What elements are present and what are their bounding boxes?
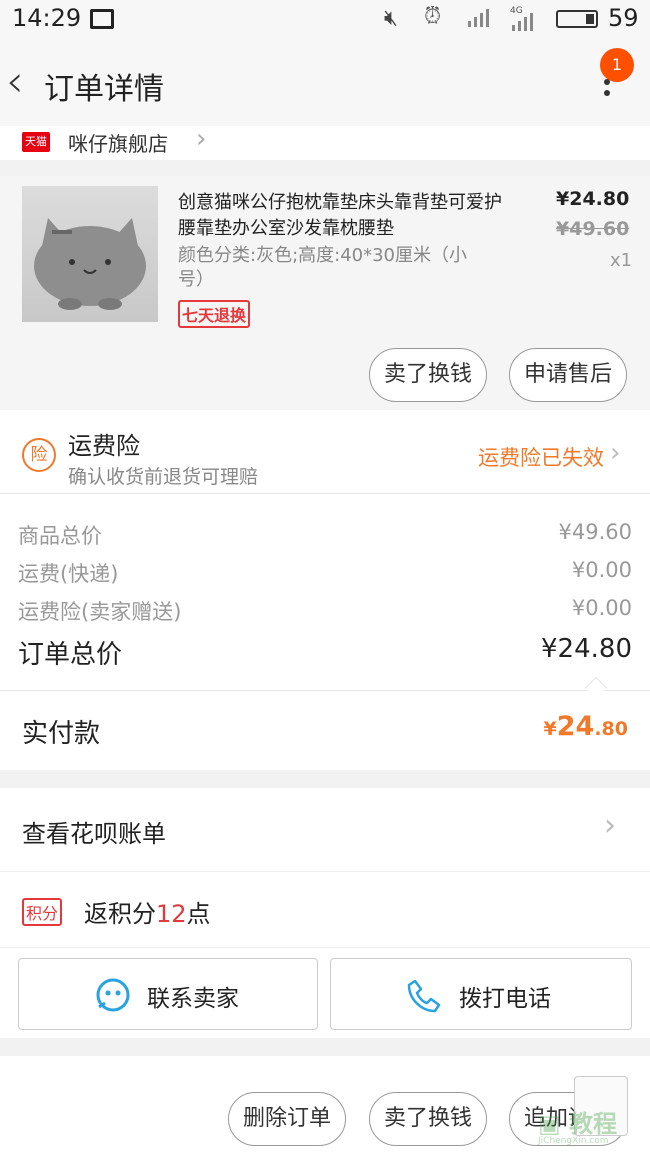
back-chevron-icon[interactable]: ‹: [6, 56, 24, 107]
shipping-insurance-row[interactable]: 险 运费险 确认收货前退货可理赔 运费险已失效 ›: [0, 410, 650, 494]
chevron-right-icon: ›: [604, 808, 616, 843]
tmall-logo: 天猫: [22, 132, 50, 152]
price-breakdown: 商品总价 ¥49.60 运费(快递) ¥0.00 运费险(卖家赠送) ¥0.00…: [0, 494, 650, 690]
chevron-right-icon: ›: [196, 124, 207, 154]
mute-icon: 🔇︎: [384, 6, 398, 31]
points-suffix: 点: [186, 900, 211, 928]
call-phone-label: 拨打电话: [459, 986, 551, 1012]
chevron-right-icon: ›: [610, 438, 621, 468]
points-prefix: 返积分: [84, 900, 156, 928]
points-text: 返积分12点: [84, 894, 211, 929]
huabei-bill-row[interactable]: 查看花呗账单 ›: [0, 788, 650, 872]
signal-icon: [468, 8, 492, 27]
contact-buttons: 联系卖家 拨打电话: [0, 948, 650, 1038]
order-total-value: ¥24.80: [541, 634, 632, 664]
insurance-status: 运费险已失效: [478, 446, 604, 470]
image-notification-icon: [90, 9, 114, 29]
seven-day-return-badge: 七天退换: [178, 300, 251, 328]
product-spec: 颜色分类:灰色;高度:40*30厘米（小号）: [178, 245, 468, 290]
points-tag: 积分: [22, 898, 63, 926]
product-price: ¥24.80: [556, 188, 630, 210]
paid-amount-row: 实付款 ¥24.80: [0, 690, 650, 770]
order-total-label: 订单总价: [18, 640, 123, 670]
call-phone-button[interactable]: 拨打电话: [330, 958, 632, 1030]
store-row[interactable]: 天猫 咪仔旗舰店 ›: [0, 124, 650, 160]
product-title[interactable]: 创意猫咪公仔抱枕靠垫床头靠背垫可爱护腰靠垫办公室沙发靠枕腰垫: [178, 190, 508, 242]
breakdown-label: 运费(快递): [18, 562, 119, 586]
huabei-label: 查看花呗账单: [22, 820, 166, 848]
paid-decimal: .80: [594, 718, 628, 740]
product-original-price: ¥49.60: [556, 218, 630, 240]
paid-integer: 24: [556, 711, 595, 742]
delete-order-button[interactable]: 删除订单: [228, 1092, 346, 1146]
product-item[interactable]: 创意猫咪公仔抱枕靠垫床头靠背垫可爱护腰靠垫办公室沙发靠枕腰垫 颜色分类:灰色;高…: [0, 176, 650, 410]
alarm-icon: ⏰︎: [424, 4, 442, 29]
watermark-url: JiChengXin.com: [538, 1136, 609, 1146]
insurance-title: 运费险: [68, 432, 140, 460]
contact-seller-label: 联系卖家: [147, 986, 239, 1012]
sell-for-cash-bottom-button[interactable]: 卖了换钱: [369, 1092, 487, 1146]
points-row: 积分 返积分12点: [0, 872, 650, 948]
battery-icon: [556, 10, 598, 28]
paid-amount: ¥24.80: [544, 711, 628, 742]
signal-4g-icon: [512, 12, 536, 31]
after-sale-button[interactable]: 申请售后: [509, 348, 627, 402]
watermark-logo: ▣ 教程: [538, 1110, 618, 1138]
status-bar: 14:29 🔇︎ ⏰︎ 4G 59: [0, 0, 650, 40]
chat-icon: [95, 977, 131, 1017]
phone-icon: [407, 977, 443, 1017]
breakdown-value: ¥0.00: [571, 558, 632, 582]
status-time: 14:29: [12, 4, 82, 32]
page-title: 订单详情: [44, 72, 164, 107]
insurance-icon: 险: [22, 438, 56, 472]
points-number: 12: [156, 900, 187, 928]
battery-level: 59: [608, 4, 639, 32]
breakdown-label: 运费险(卖家赠送): [18, 600, 182, 624]
insurance-subtitle: 确认收货前退货可理赔: [68, 466, 259, 488]
sell-for-cash-button[interactable]: 卖了换钱: [369, 348, 487, 402]
breakdown-value: ¥49.60: [558, 520, 632, 544]
notification-badge: 1: [600, 48, 634, 82]
contact-seller-button[interactable]: 联系卖家: [18, 958, 318, 1030]
product-image[interactable]: [22, 186, 158, 322]
product-quantity: x1: [610, 250, 633, 271]
watermark: ▣ 教程 JiChengXin.com: [534, 1104, 650, 1150]
title-bar: ‹ 订单详情 1: [0, 40, 650, 126]
breakdown-value: ¥0.00: [571, 596, 632, 620]
paid-label: 实付款: [22, 719, 101, 749]
paid-currency: ¥: [543, 718, 557, 740]
breakdown-label: 商品总价: [18, 524, 102, 548]
store-name: 咪仔旗舰店: [68, 132, 168, 156]
